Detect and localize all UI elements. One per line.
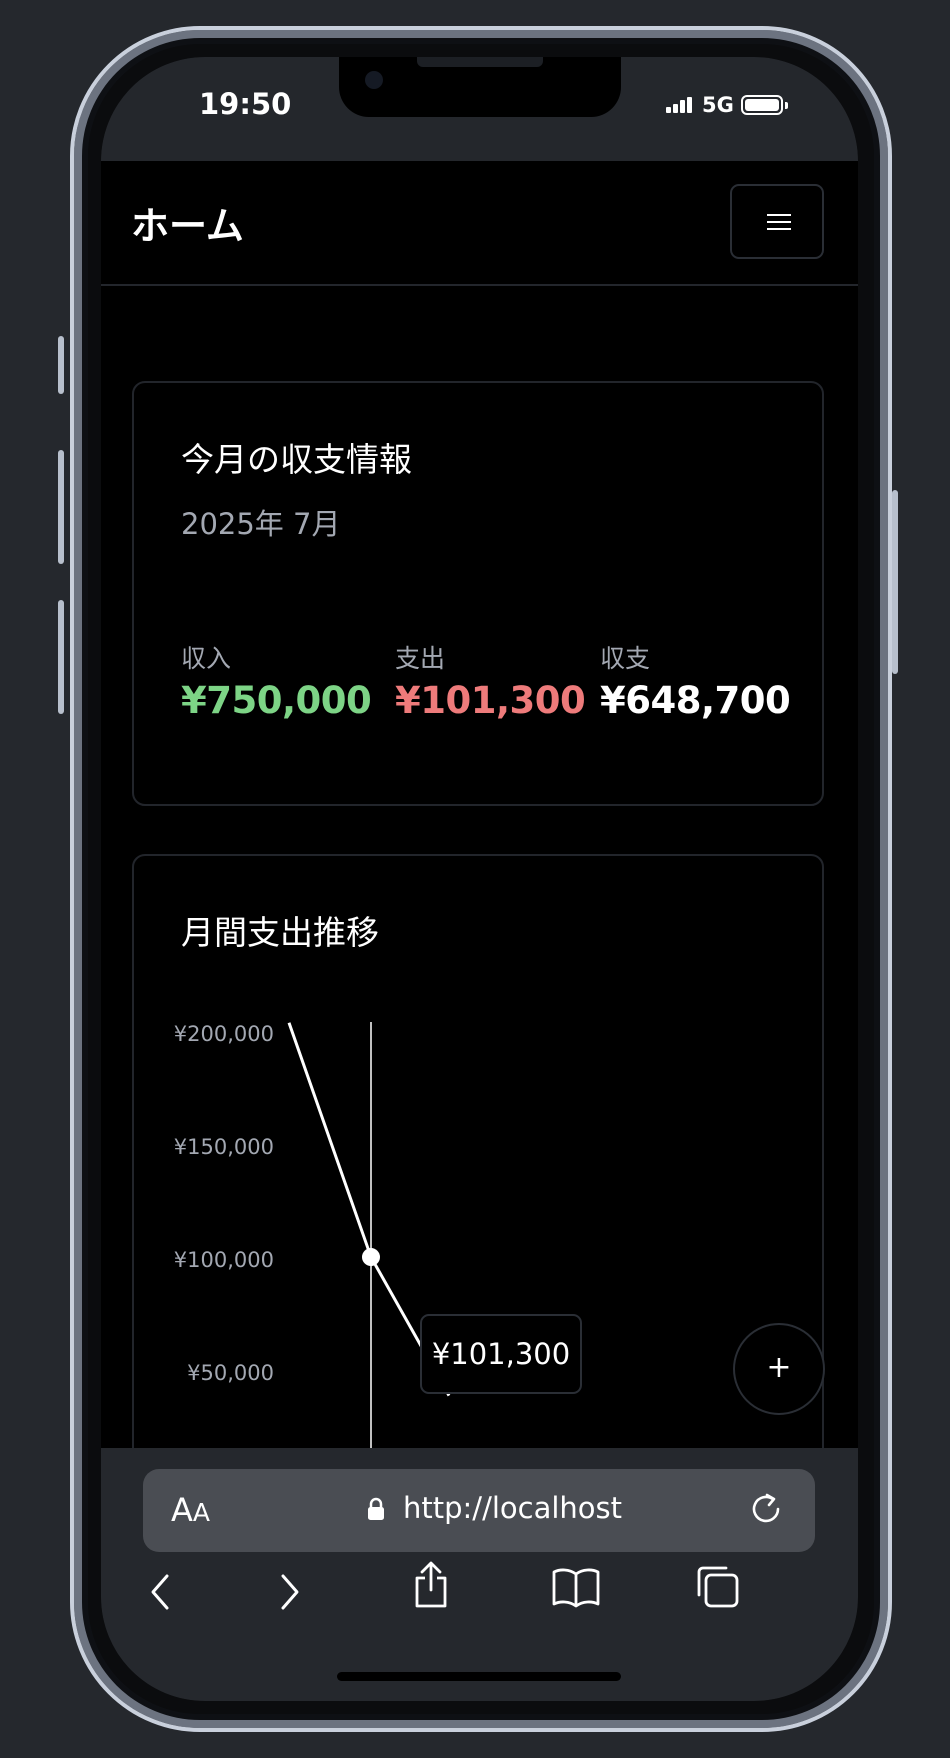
app-header: ホーム [101,161,858,286]
silent-switch [58,336,64,394]
status-time: 19:50 [199,87,292,121]
bookmarks-icon[interactable] [551,1566,601,1608]
back-icon[interactable] [147,1572,173,1612]
address-bar[interactable]: AA http://localhost [143,1469,815,1552]
volume-up-button [58,450,64,564]
share-icon[interactable] [411,1560,451,1610]
expense-label: 支出 [395,644,446,673]
plus-icon: + [766,1350,792,1385]
y-tick-label: ¥200,000 [174,1022,274,1046]
highlighted-point[interactable] [362,1248,380,1267]
battery-icon [741,95,783,115]
battery-tip [785,102,788,109]
home-indicator [337,1672,621,1681]
y-tick-label: ¥50,000 [187,1361,274,1385]
lock-icon [368,1497,384,1520]
tabs-icon[interactable] [695,1564,741,1610]
volume-down-button [58,600,64,714]
status-bar: 19:50 5G [101,57,858,161]
balance-value: ¥648,700 [600,679,791,722]
phone-screen: 19:50 5G ホーム 今月の収支情報 2025年 7月 収入 ¥750,00… [101,57,858,1701]
signal-icon [666,97,692,113]
summary-title: 今月の収支情報 [181,440,412,479]
forward-icon[interactable] [277,1572,303,1612]
summary-card: 今月の収支情報 2025年 7月 収入 ¥750,000 支出 ¥101,300… [132,381,824,806]
reload-icon[interactable] [748,1489,786,1531]
text-size-button[interactable]: AA [171,1491,210,1529]
page-title: ホーム [131,204,244,248]
income-label: 収入 [181,644,232,673]
power-button [892,490,898,674]
summary-period: 2025年 7月 [181,507,341,541]
speaker [417,57,543,67]
expense-value: ¥101,300 [395,679,586,722]
balance-label: 収支 [600,644,651,673]
network-label: 5G [702,93,734,117]
browser-toolbar: AA http://localhost [101,1448,858,1701]
y-tick-label: ¥100,000 [174,1248,274,1272]
url-text: http://localhost [403,1491,623,1525]
y-tick-label: ¥150,000 [174,1135,274,1159]
add-transaction-button[interactable]: + [733,1323,825,1415]
menu-button[interactable] [730,184,824,259]
income-value: ¥750,000 [181,679,372,722]
front-camera [365,71,383,89]
chart-tooltip: ¥101,300 [420,1314,582,1394]
